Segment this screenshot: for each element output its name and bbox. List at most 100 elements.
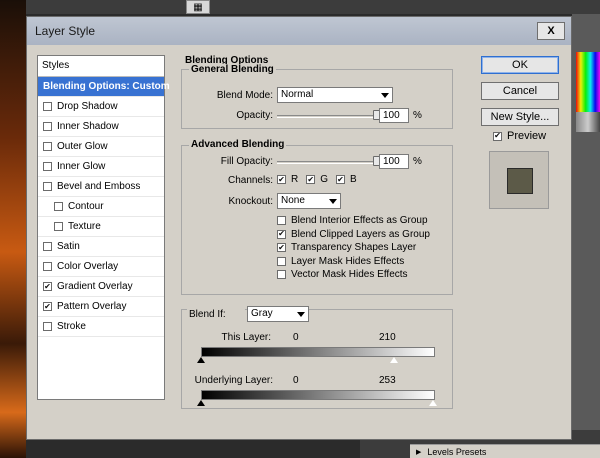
this-layer-black-slider[interactable] <box>197 357 205 363</box>
layer-style-dialog: Layer Style X Styles Blending Options: C… <box>26 16 572 440</box>
advanced-option-label: Blend Interior Effects as Group <box>291 215 428 226</box>
advanced-option-label: Blend Clipped Layers as Group <box>291 228 430 240</box>
opacity-label: Opacity: <box>236 110 273 121</box>
title-bar[interactable]: Layer Style X <box>27 17 571 45</box>
blend-if-value: Gray <box>251 308 273 319</box>
fill-opacity-slider-track[interactable] <box>277 161 377 164</box>
cancel-button[interactable]: Cancel <box>481 82 559 100</box>
advanced-option[interactable]: Vector Mask Hides Effects <box>277 269 408 280</box>
this-layer-white-slider[interactable] <box>389 357 398 363</box>
blend-if-select[interactable]: Gray <box>247 306 309 322</box>
fill-opacity-input[interactable]: 100 <box>379 154 409 169</box>
style-item-label: Inner Shadow <box>57 120 119 132</box>
preview-checkbox[interactable]: ✔ <box>493 131 502 141</box>
style-item-checkbox[interactable] <box>43 182 52 191</box>
knockout-select[interactable]: None <box>277 193 341 209</box>
channel-toggle[interactable]: ✔ B <box>336 174 357 185</box>
this-layer-label: This Layer: <box>221 332 271 343</box>
underlying-layer-black-slider[interactable] <box>197 400 205 406</box>
advanced-blending-title: Advanced Blending <box>189 139 287 150</box>
blend-mode-value: Normal <box>281 89 314 100</box>
style-item[interactable]: Stroke <box>38 317 164 337</box>
levels-presets-row[interactable]: ▶ Levels Presets <box>410 444 600 458</box>
app-menubar <box>0 0 600 14</box>
style-item-checkbox[interactable]: ✔ <box>43 302 52 311</box>
style-item[interactable]: Contour <box>38 197 164 217</box>
swatches-panel[interactable] <box>576 52 600 112</box>
preview-swatch <box>507 168 533 194</box>
close-button[interactable]: X <box>537 22 565 40</box>
style-item[interactable]: Blending Options: Custom <box>38 77 170 97</box>
style-item[interactable]: ✔ Pattern Overlay <box>38 297 164 317</box>
expand-triangle-icon[interactable]: ▶ <box>416 448 421 456</box>
style-item-checkbox[interactable] <box>43 262 52 271</box>
advanced-option-checkbox[interactable] <box>277 216 286 225</box>
advanced-option[interactable]: ✔ Blend Clipped Layers as Group <box>277 229 430 240</box>
swatches-panel-grays[interactable] <box>576 112 600 132</box>
blend-if-label: Blend If: <box>187 309 245 320</box>
style-item[interactable]: Color Overlay <box>38 257 164 277</box>
style-item-label: Color Overlay <box>57 260 119 272</box>
advanced-option[interactable]: Blend Interior Effects as Group <box>277 215 428 226</box>
style-item-checkbox[interactable] <box>54 222 63 231</box>
advanced-option-checkbox[interactable]: ✔ <box>277 229 286 239</box>
style-item-label: Texture <box>68 220 101 232</box>
style-item-label: Blending Options: Custom <box>43 80 170 92</box>
style-item[interactable]: Texture <box>38 217 164 237</box>
style-item[interactable]: Satin <box>38 237 164 257</box>
opacity-input[interactable]: 100 <box>379 108 409 123</box>
opacity-slider-track[interactable] <box>277 115 377 118</box>
blend-mode-label: Blend Mode: <box>216 90 273 101</box>
style-item-checkbox[interactable] <box>43 102 52 111</box>
levels-presets-label: Levels Presets <box>427 446 487 457</box>
advanced-option-checkbox[interactable] <box>277 256 286 266</box>
blend-mode-select[interactable]: Normal <box>277 87 393 103</box>
preview-toggle[interactable]: ✔ Preview <box>493 130 546 142</box>
advanced-option-checkbox[interactable] <box>277 270 286 279</box>
style-item-label: Bevel and Emboss <box>57 180 141 192</box>
style-item-label: Pattern Overlay <box>57 300 127 312</box>
style-item-label: Gradient Overlay <box>57 280 133 292</box>
style-item-checkbox[interactable] <box>43 122 52 131</box>
underlying-layer-gradient[interactable] <box>201 390 435 400</box>
style-item-checkbox[interactable] <box>43 242 52 251</box>
canvas-image <box>0 0 26 458</box>
general-blending-title: General Blending <box>189 64 276 75</box>
style-item-checkbox[interactable] <box>43 322 52 331</box>
knockout-label: Knockout: <box>228 196 273 207</box>
style-item[interactable]: Drop Shadow <box>38 97 164 117</box>
underlying-layer-white-slider[interactable] <box>429 400 438 406</box>
ok-button[interactable]: OK <box>481 56 559 74</box>
style-item-checkbox[interactable]: ✔ <box>43 282 52 291</box>
style-item[interactable]: Outer Glow <box>38 137 164 157</box>
style-item-label: Outer Glow <box>57 140 108 152</box>
advanced-option-checkbox[interactable]: ✔ <box>277 243 286 252</box>
this-layer-gradient[interactable] <box>201 347 435 357</box>
style-item[interactable]: Inner Glow <box>38 157 164 177</box>
style-item-checkbox[interactable] <box>43 142 52 151</box>
channel-checkbox[interactable]: ✔ <box>277 175 286 184</box>
style-item[interactable]: Bevel and Emboss <box>38 177 164 197</box>
opacity-unit: % <box>413 110 422 121</box>
tool-icon[interactable]: ▦ <box>186 0 210 14</box>
advanced-option[interactable]: Layer Mask Hides Effects <box>277 256 404 267</box>
channel-checkbox[interactable]: ✔ <box>306 175 316 184</box>
new-style-button[interactable]: New Style... <box>481 108 559 126</box>
styles-items: Blending Options: Custom Drop Shadow Inner… <box>38 77 170 337</box>
channel-toggle[interactable]: ✔ G <box>306 174 328 185</box>
preview-label: Preview <box>507 130 547 142</box>
style-item-checkbox[interactable] <box>43 162 52 171</box>
style-item[interactable]: ✔ Gradient Overlay <box>38 277 164 297</box>
style-item-checkbox[interactable] <box>54 202 63 211</box>
this-layer-high-value: 210 <box>379 332 396 343</box>
blending-options-panel: Blending Options General Blending Blend … <box>181 55 461 409</box>
advanced-option-label: Layer Mask Hides Effects <box>291 255 405 267</box>
advanced-option-label: Vector Mask Hides Effects <box>291 269 408 280</box>
dropdown-arrow-icon <box>329 199 337 204</box>
advanced-option[interactable]: ✔ Transparency Shapes Layer <box>277 242 416 253</box>
channel-toggle[interactable]: ✔ R <box>277 174 298 185</box>
style-item[interactable]: Inner Shadow <box>38 117 164 137</box>
channel-checkbox[interactable]: ✔ <box>336 175 346 184</box>
knockout-value: None <box>281 195 305 206</box>
fill-opacity-unit: % <box>413 156 422 167</box>
